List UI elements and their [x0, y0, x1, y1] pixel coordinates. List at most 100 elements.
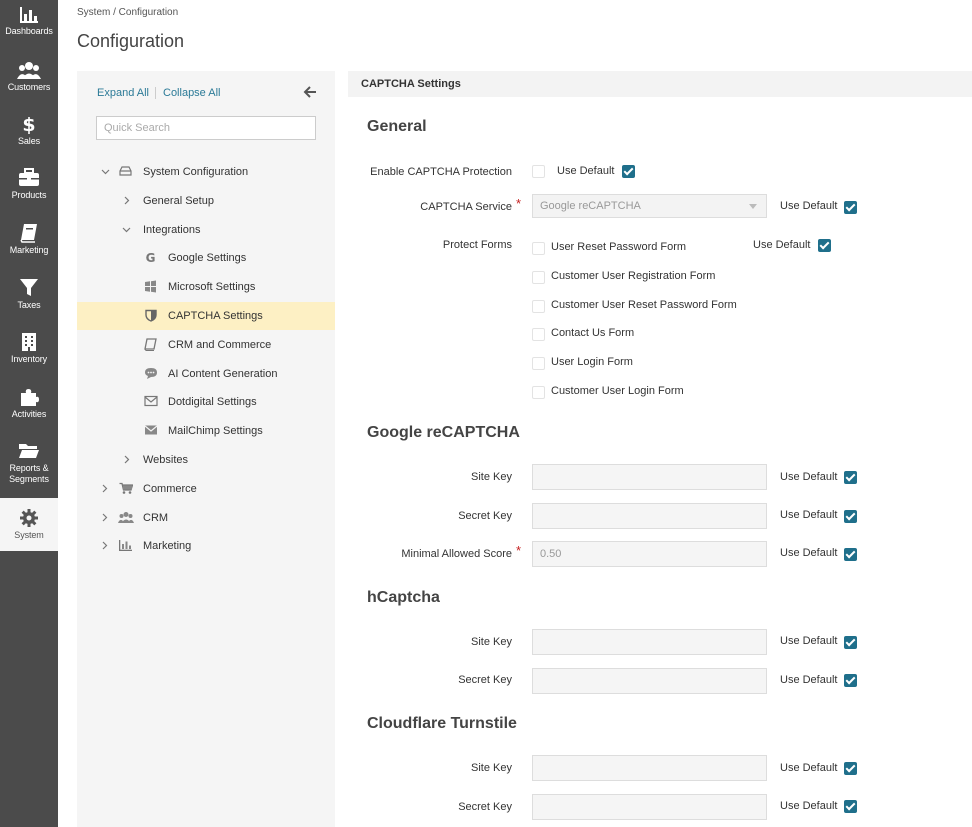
recaptcha-site-key-use-default-checkbox[interactable]	[844, 471, 857, 484]
use-default-label: Use Default	[780, 635, 838, 647]
minimal-score-use-default-checkbox[interactable]	[844, 548, 857, 561]
tree-item-websites[interactable]: Websites	[77, 446, 335, 474]
form-checkbox-customer-user-reset-password[interactable]	[532, 300, 545, 313]
nav-label-line2: Segments	[9, 474, 49, 484]
tree-item-microsoft-settings[interactable]: Microsoft Settings	[77, 273, 335, 301]
chevron-right-icon	[102, 541, 108, 550]
nav-label: Sales	[17, 136, 40, 146]
hcaptcha-secret-key-use-default-checkbox[interactable]	[844, 674, 857, 687]
tree-item-marketing[interactable]: Marketing	[77, 532, 335, 560]
nav-reports-segments[interactable]: Reports & Segments	[0, 441, 58, 485]
recaptcha-secret-key-label: Secret Key	[458, 510, 512, 522]
nav-activities[interactable]: Activities	[0, 387, 58, 420]
recaptcha-site-key-input[interactable]	[532, 464, 767, 490]
tree-item-dotdigital-settings[interactable]: Dotdigital Settings	[77, 388, 335, 416]
chevron-right-icon	[102, 513, 108, 522]
form-checkbox-customer-user-registration[interactable]	[532, 271, 545, 284]
recaptcha-section-title: Google reCAPTCHA	[367, 424, 520, 441]
form-checkbox-customer-user-login[interactable]	[532, 386, 545, 399]
enable-captcha-checkbox[interactable]	[532, 165, 545, 178]
captcha-service-label: CAPTCHA Service	[420, 201, 512, 213]
form-option-label: Customer User Reset Password Form	[551, 299, 737, 311]
turnstile-site-key-input[interactable]	[532, 755, 767, 781]
turnstile-secret-key-use-default-checkbox[interactable]	[844, 800, 857, 813]
nav-label: Taxes	[17, 300, 41, 310]
turnstile-secret-key-label: Secret Key	[458, 801, 512, 813]
svg-text:$: $	[22, 114, 35, 134]
tree-item-label: Google Settings	[168, 252, 247, 264]
tree-item-label: AI Content Generation	[168, 368, 278, 380]
tree-item-commerce[interactable]: Commerce	[77, 475, 335, 503]
tree-item-label: CRM and Commerce	[168, 339, 272, 351]
nav-taxes[interactable]: Taxes	[0, 278, 58, 311]
tree-item-integrations[interactable]: Integrations	[77, 216, 335, 244]
nav-system[interactable]: System	[0, 498, 58, 551]
tree-item-system-configuration[interactable]: System Configuration	[77, 158, 335, 186]
hcaptcha-site-key-use-default-checkbox[interactable]	[844, 636, 857, 649]
recaptcha-secret-key-input[interactable]	[532, 503, 767, 529]
protect-forms-label: Protect Forms	[442, 239, 512, 251]
nav-label: Activities	[11, 409, 47, 419]
nav-products[interactable]: Products	[0, 168, 58, 201]
turnstile-secret-key-input[interactable]	[532, 794, 767, 820]
chevron-down-icon	[749, 204, 757, 209]
quick-search-input[interactable]	[96, 116, 316, 140]
gear-icon	[20, 509, 38, 527]
building-icon	[22, 333, 36, 351]
book-icon	[144, 338, 157, 351]
config-tree-panel: Expand All Collapse All System Configura…	[77, 71, 335, 827]
tree-item-general-setup[interactable]: General Setup	[77, 187, 335, 215]
hcaptcha-secret-key-label: Secret Key	[458, 674, 512, 686]
form-checkbox-user-login[interactable]	[532, 357, 545, 370]
expand-all-link[interactable]: Expand All	[97, 87, 149, 99]
captcha-service-select[interactable]: Google reCAPTCHA	[532, 194, 767, 218]
use-default-label: Use Default	[780, 547, 838, 559]
hcaptcha-secret-key-input[interactable]	[532, 668, 767, 694]
tree-item-mailchimp-settings[interactable]: MailChimp Settings	[77, 417, 335, 445]
chevron-down-icon	[122, 227, 131, 233]
use-default-label: Use Default	[780, 200, 838, 212]
nav-marketing[interactable]: Marketing	[0, 223, 58, 256]
hcaptcha-site-key-input[interactable]	[532, 629, 767, 655]
tree-item-label: Integrations	[143, 224, 201, 236]
tree-item-google-settings[interactable]: G Google Settings	[77, 244, 335, 272]
arrow-left-icon[interactable]	[303, 85, 317, 99]
bar-chart-icon	[119, 540, 132, 551]
section-header-title: CAPTCHA Settings	[361, 78, 461, 90]
collapse-all-link[interactable]: Collapse All	[163, 87, 220, 99]
turnstile-section-title: Cloudflare Turnstile	[367, 715, 517, 732]
book-icon	[20, 224, 37, 243]
cart-icon	[119, 482, 133, 494]
nav-inventory[interactable]: Inventory	[0, 332, 58, 365]
form-option-label: Customer User Registration Form	[551, 270, 716, 282]
tree-item-crm[interactable]: CRM	[77, 504, 335, 532]
users-icon	[118, 512, 134, 523]
nav-label: Inventory	[10, 354, 48, 364]
form-checkbox-user-reset-password[interactable]	[532, 242, 545, 255]
server-icon	[119, 166, 132, 176]
nav-sales[interactable]: $ Sales	[0, 114, 58, 147]
tree-item-ai-content-generation[interactable]: AI Content Generation	[77, 360, 335, 388]
minimal-score-label: Minimal Allowed Score	[401, 548, 512, 560]
nav-label: Dashboards	[5, 26, 53, 36]
tree-item-crm-and-commerce[interactable]: CRM and Commerce	[77, 331, 335, 359]
form-option-label: User Reset Password Form	[551, 241, 687, 253]
form-checkbox-contact-us[interactable]	[532, 328, 545, 341]
protect-forms-use-default-checkbox[interactable]	[818, 239, 831, 252]
hcaptcha-section-title: hCaptcha	[367, 589, 440, 606]
tree-item-label: Commerce	[143, 483, 197, 495]
nav-label: Marketing	[9, 245, 49, 255]
minimal-score-input[interactable]	[532, 541, 767, 567]
required-asterisk: *	[516, 543, 522, 558]
chevron-right-icon	[102, 484, 108, 493]
captcha-service-use-default-checkbox[interactable]	[844, 201, 857, 214]
use-default-label: Use Default	[780, 762, 838, 774]
turnstile-site-key-use-default-checkbox[interactable]	[844, 762, 857, 775]
tree-item-captcha-settings[interactable]: CAPTCHA Settings	[77, 302, 335, 330]
dashboards-icon	[20, 7, 38, 23]
enable-captcha-use-default-checkbox[interactable]	[622, 165, 635, 178]
nav-customers[interactable]: Customers	[0, 60, 58, 93]
nav-dashboards[interactable]: Dashboards	[0, 6, 58, 37]
recaptcha-secret-key-use-default-checkbox[interactable]	[844, 510, 857, 523]
nav-label: System	[14, 530, 44, 540]
